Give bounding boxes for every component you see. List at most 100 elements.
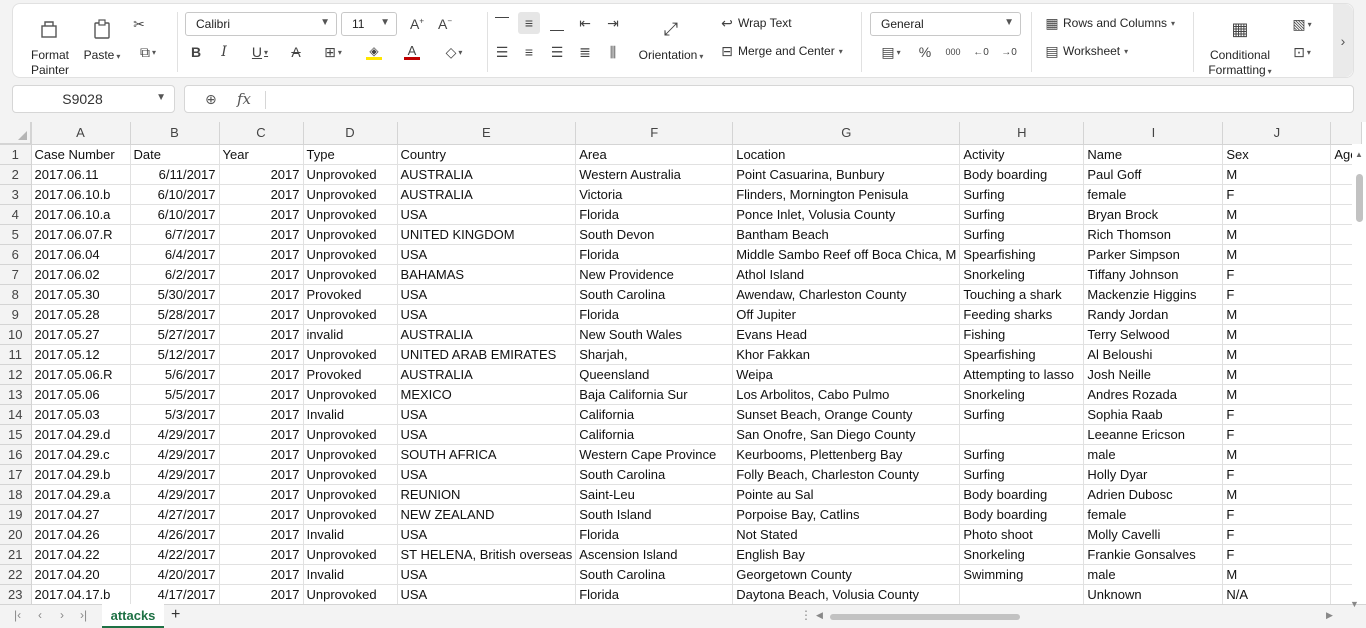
cell[interactable]: Name [1083,144,1224,165]
row-header[interactable]: 6 [0,244,32,265]
row-header[interactable]: 1 [0,144,32,165]
table-format-button[interactable]: ⊡ ▾ [1285,41,1319,63]
italic-button[interactable]: I [213,41,235,63]
cell[interactable]: Unknown [1083,584,1224,604]
cell[interactable]: Mackenzie Higgins [1083,284,1224,305]
cell[interactable]: 2017.06.04 [31,244,131,265]
cell[interactable]: UNITED KINGDOM [397,224,577,245]
row-header[interactable]: 21 [0,544,32,565]
cell[interactable]: Saint-Leu [575,484,734,505]
cell[interactable]: Sophia Raab [1083,404,1224,425]
cell[interactable]: F [1222,424,1332,445]
cell[interactable]: M [1222,484,1332,505]
cell[interactable]: Country [397,144,577,165]
percent-button[interactable]: % [914,41,936,63]
cell[interactable]: 2017 [219,284,304,305]
cell[interactable]: Unprovoked [303,424,398,445]
cell[interactable]: South Island [575,504,734,525]
row-header[interactable]: 8 [0,284,32,305]
cell[interactable]: USA [397,304,577,325]
cell[interactable]: Florida [575,204,734,225]
cell[interactable]: Weipa [732,364,961,385]
cell[interactable]: Evans Head [732,324,961,345]
cell[interactable]: NEW ZEALAND [397,504,577,525]
cell[interactable]: California [575,404,734,425]
cell[interactable]: AUSTRALIA [397,324,577,345]
cell[interactable]: Spearfishing [959,244,1085,265]
cell[interactable]: 4/29/2017 [130,464,220,485]
cell[interactable]: 2017.04.29.d [31,424,131,445]
cell[interactable]: 2017.05.27 [31,324,131,345]
merge-center-button[interactable]: ⊟ Merge and Center ▾ [718,39,843,63]
cell[interactable]: Bryan Brock [1083,204,1224,225]
cell[interactable]: Al Beloushi [1083,344,1224,365]
cell[interactable]: 2017.05.03 [31,404,131,425]
cell[interactable]: invalid [303,324,398,345]
cell[interactable]: Western Australia [575,164,734,185]
number-format-select[interactable]: General ▼ [870,12,1021,36]
cell[interactable]: Frankie Gonsalves [1083,544,1224,565]
row-header[interactable]: 5 [0,224,32,245]
function-icon[interactable]: fx [237,90,251,108]
decrease-decimal-button[interactable]: →0 [998,41,1020,63]
row-header[interactable]: 20 [0,524,32,545]
first-sheet-icon[interactable]: |‹ [14,608,21,622]
cell[interactable]: Location [732,144,961,165]
cell[interactable]: Unprovoked [303,264,398,285]
column-header[interactable]: E [397,122,577,145]
cell[interactable]: Unprovoked [303,444,398,465]
cell[interactable]: 2017.06.10.b [31,184,131,205]
row-header[interactable]: 4 [0,204,32,225]
cell[interactable]: Surfing [959,204,1085,225]
increase-font-button[interactable]: A+ [406,13,428,35]
cell[interactable]: Invalid [303,404,398,425]
cell[interactable]: Bantham Beach [732,224,961,245]
cell[interactable]: Unprovoked [303,224,398,245]
cell[interactable]: Type [303,144,398,165]
cell[interactable]: Attempting to lasso [959,364,1085,385]
align-center-button[interactable]: ≡ [518,41,540,63]
cell[interactable]: Adrien Dubosc [1083,484,1224,505]
next-sheet-icon[interactable]: › [60,608,64,622]
cell[interactable]: 2017 [219,584,304,604]
cell[interactable]: Pointe au Sal [732,484,961,505]
column-header[interactable]: F [575,122,734,145]
cell[interactable]: 6/4/2017 [130,244,220,265]
cell[interactable]: South Devon [575,224,734,245]
row-header[interactable]: 10 [0,324,32,345]
cell[interactable]: 2017.05.06 [31,384,131,405]
cell[interactable]: Porpoise Bay, Catlins [732,504,961,525]
cell[interactable]: 2017 [219,524,304,545]
align-middle-button[interactable]: ≡ [518,12,540,34]
cell[interactable]: Activity [959,144,1085,165]
cell[interactable]: Florida [575,584,734,604]
cell[interactable]: Provoked [303,284,398,305]
cell[interactable]: 2017.04.17.b [31,584,131,604]
cell[interactable]: Rich Thomson [1083,224,1224,245]
cell[interactable]: F [1222,284,1332,305]
bold-button[interactable]: B [185,41,207,63]
column-header[interactable] [1330,122,1363,145]
cell[interactable]: Unprovoked [303,304,398,325]
cell[interactable]: male [1083,564,1224,585]
row-header[interactable]: 19 [0,504,32,525]
row-header[interactable]: 22 [0,564,32,585]
cell[interactable]: Off Jupiter [732,304,961,325]
align-bottom-button[interactable]: ⎽ [546,12,568,34]
cell[interactable]: male [1083,444,1224,465]
cell[interactable]: F [1222,504,1332,525]
paste-button[interactable]: Paste ▾ [81,6,123,64]
cell[interactable]: M [1222,164,1332,185]
cell[interactable]: Los Arbolitos, Cabo Pulmo [732,384,961,405]
column-header[interactable]: D [303,122,398,145]
cell[interactable]: M [1222,344,1332,365]
cell[interactable]: Not Stated [732,524,961,545]
cell[interactable]: BAHAMAS [397,264,577,285]
align-top-button[interactable]: ⎺ [491,12,513,34]
row-header[interactable]: 16 [0,444,32,465]
cell[interactable]: Andres Rozada [1083,384,1224,405]
cell[interactable]: 6/11/2017 [130,164,220,185]
row-header[interactable]: 2 [0,164,32,185]
sheet-tab-attacks[interactable]: attacks [102,604,164,628]
column-header[interactable]: G [732,122,961,145]
